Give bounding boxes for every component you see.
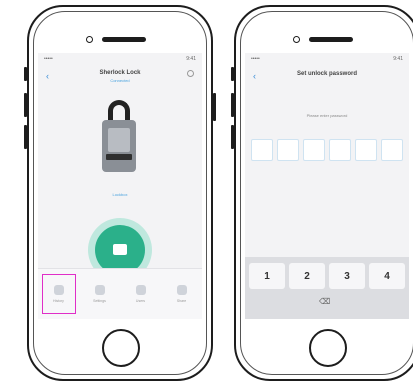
tab-history[interactable]: History: [41, 274, 76, 314]
settings-icon: [94, 285, 105, 295]
tab-share[interactable]: Share: [168, 277, 196, 311]
volume-up-button: [231, 93, 234, 117]
tab-label: Users: [135, 299, 146, 303]
delete-key-icon[interactable]: ⌫: [319, 297, 330, 306]
history-icon: [53, 285, 64, 295]
password-screen: ••••• 9:41 ‹ Set unlock password Please …: [245, 53, 409, 319]
nav-bar: ‹ Set unlock password: [245, 67, 409, 89]
gear-icon[interactable]: [187, 70, 194, 77]
key-1[interactable]: 1: [249, 263, 285, 289]
volume-down-button: [24, 125, 27, 149]
password-digit-box[interactable]: [277, 139, 299, 161]
page-title: Set unlock password: [296, 71, 357, 77]
password-digit-box[interactable]: [251, 139, 273, 161]
lock-shackle: [108, 100, 130, 122]
bottom-tab-bar: History Settings Users Share: [38, 268, 202, 319]
earpiece-speaker: [309, 37, 353, 42]
password-input-boxes[interactable]: [251, 139, 409, 161]
share-icon: [176, 285, 187, 295]
power-button: [213, 93, 216, 121]
signal-indicator: •••••: [251, 56, 260, 62]
password-hint: Please enter password: [306, 113, 348, 118]
mute-switch: [24, 67, 27, 81]
status-bar: ••••• 9:41: [251, 56, 403, 64]
tab-users[interactable]: Users: [127, 277, 155, 311]
key-3[interactable]: 3: [329, 263, 365, 289]
signal-indicator: •••••: [44, 56, 53, 62]
status-bar: ••••• 9:41: [44, 56, 196, 64]
lock-control-screen: ••••• 9:41 ‹ Sherlock Lock Connected Loc…: [38, 53, 202, 319]
phone-frame-left: ••••• 9:41 ‹ Sherlock Lock Connected Loc…: [24, 5, 216, 381]
nav-bar: ‹ Sherlock Lock Connected: [38, 67, 202, 89]
lock-keypad: [108, 128, 130, 152]
unlock-icon: [113, 244, 127, 255]
password-digit-box[interactable]: [355, 139, 377, 161]
lock-body: [102, 120, 136, 172]
earpiece-speaker: [102, 37, 146, 42]
password-digit-box[interactable]: [381, 139, 403, 161]
clock: 9:41: [393, 56, 403, 62]
numeric-keypad: 1 2 3 4 ⌫: [245, 257, 409, 319]
phone-frame-right: ••••• 9:41 ‹ Set unlock password Please …: [231, 5, 413, 381]
volume-down-button: [231, 125, 234, 149]
connection-status: Connected: [110, 78, 130, 83]
front-camera: [86, 36, 93, 43]
key-2[interactable]: 2: [289, 263, 325, 289]
clock: 9:41: [186, 56, 196, 62]
lock-band: [106, 154, 132, 160]
page-title: Sherlock Lock: [99, 70, 141, 76]
tab-settings[interactable]: Settings: [86, 277, 114, 311]
mute-switch: [231, 67, 234, 81]
password-digit-box[interactable]: [303, 139, 325, 161]
home-button[interactable]: [309, 329, 347, 367]
front-camera: [293, 36, 300, 43]
home-button[interactable]: [102, 329, 140, 367]
key-4[interactable]: 4: [369, 263, 405, 289]
volume-up-button: [24, 93, 27, 117]
tab-label: Share: [176, 299, 187, 303]
password-digit-box[interactable]: [329, 139, 351, 161]
lock-name: Lockbox: [112, 192, 128, 197]
users-icon: [135, 285, 146, 295]
tab-label: History: [53, 299, 64, 303]
tab-label: Settings: [93, 299, 106, 303]
lockbox-image: [100, 100, 144, 190]
